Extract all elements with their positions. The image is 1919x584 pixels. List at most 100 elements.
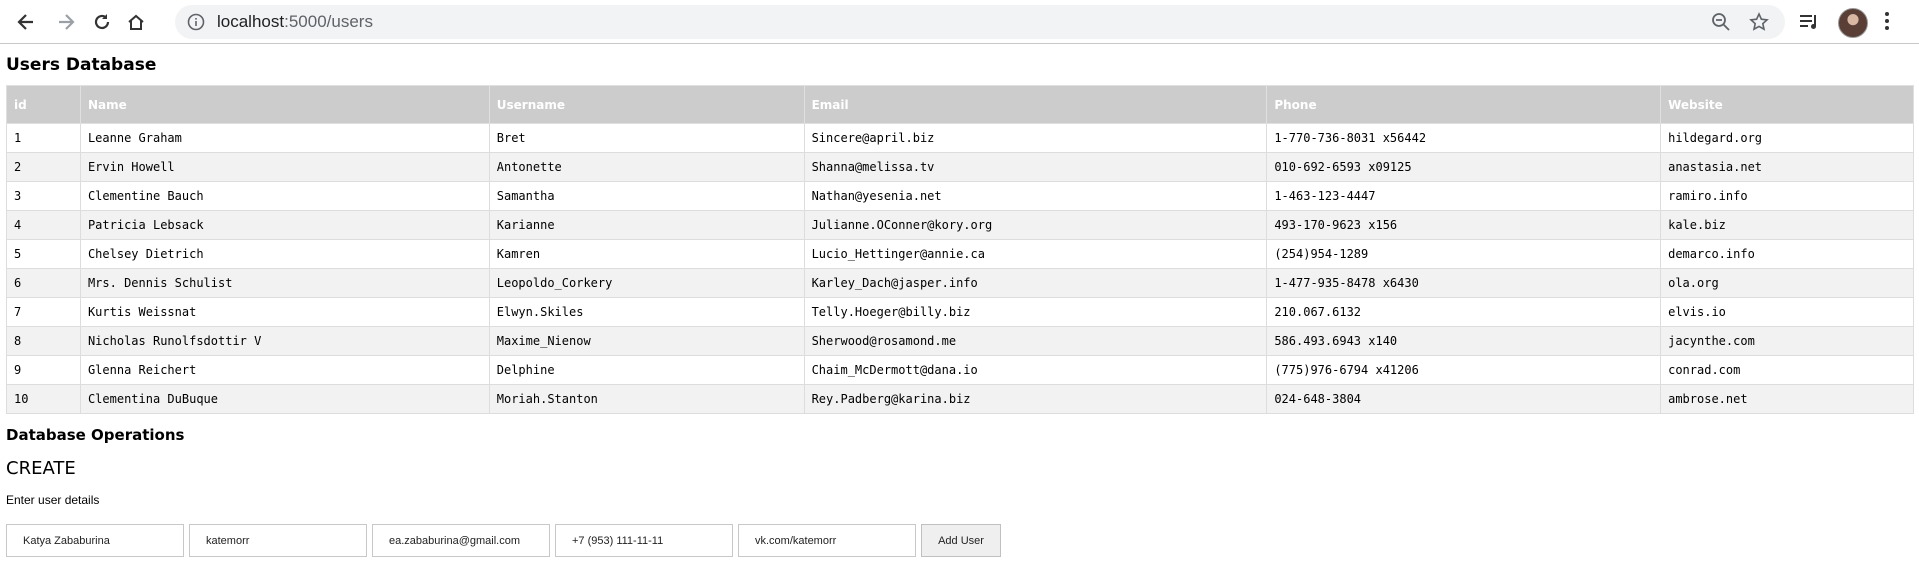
cell-name: Mrs. Dennis Schulist [79,268,490,298]
cell-id: 10 [6,384,81,414]
cell-email: Shanna@melissa.tv [803,152,1268,182]
table-row: 7 Kurtis Weissnat Elwyn.Skiles Telly.Hoe… [6,297,1914,327]
cell-name: Nicholas Runolfsdottir V [79,326,490,356]
cell-username: Samantha [488,181,805,211]
cell-website: anastasia.net [1660,152,1914,182]
cell-email: Chaim_McDermott@dana.io [803,355,1268,385]
reload-icon[interactable] [86,6,118,38]
column-header-email: Email [803,85,1268,124]
cell-website: ambrose.net [1660,384,1914,414]
media-queue-icon[interactable] [1798,12,1820,36]
cell-name: Patricia Lebsack [79,210,490,240]
cell-phone: (254)954-1289 [1266,239,1662,269]
cell-username: Karianne [488,210,805,240]
cell-website: jacynthe.com [1660,326,1914,356]
website-input[interactable] [738,524,916,557]
cell-username: Delphine [488,355,805,385]
cell-website: elvis.io [1660,297,1914,327]
username-input[interactable] [189,524,367,557]
cell-name: Ervin Howell [79,152,490,182]
operations-heading: Database Operations [6,426,185,444]
cell-website: conrad.com [1660,355,1914,385]
cell-username: Elwyn.Skiles [488,297,805,327]
page-title: Users Database [6,55,157,75]
cell-id: 5 [6,239,81,269]
cell-email: Julianne.OConner@kory.org [803,210,1268,240]
table-row: 8 Nicholas Runolfsdottir V Maxime_Nienow… [6,326,1914,356]
cell-id: 6 [6,268,81,298]
users-table: id Name Username Email Phone Website 1 L… [6,85,1914,414]
cell-name: Clementine Bauch [79,181,490,211]
cell-phone: 010-692-6593 x09125 [1266,152,1662,182]
page-content: Users Database id Name Username Email Ph… [0,54,1919,557]
cell-id: 8 [6,326,81,356]
cell-phone: 210.067.6132 [1266,297,1662,327]
home-icon[interactable] [120,6,152,38]
cell-website: demarco.info [1660,239,1914,269]
cell-phone: 1-463-123-4447 [1266,181,1662,211]
cell-id: 3 [6,181,81,211]
cell-email: Rey.Padberg@karina.biz [803,384,1268,414]
create-heading: CREATE [6,458,76,479]
info-icon[interactable] [187,13,205,35]
table-row: 3 Clementine Bauch Samantha Nathan@yesen… [6,181,1914,211]
column-header-username: Username [488,85,805,124]
name-input[interactable] [6,524,184,557]
cell-email: Karley_Dach@jasper.info [803,268,1268,298]
more-menu-icon[interactable] [1884,11,1890,35]
cell-website: ola.org [1660,268,1914,298]
column-header-name: Name [79,85,490,124]
cell-phone: 493-170-9623 x156 [1266,210,1662,240]
table-row: 4 Patricia Lebsack Karianne Julianne.OCo… [6,210,1914,240]
cell-name: Chelsey Dietrich [79,239,490,269]
bookmark-star-icon[interactable] [1749,12,1769,36]
profile-avatar[interactable] [1838,8,1868,38]
cell-email: Telly.Hoeger@billy.biz [803,297,1268,327]
cell-name: Glenna Reichert [79,355,490,385]
cell-phone: 1-477-935-8478 x6430 [1266,268,1662,298]
cell-email: Nathan@yesenia.net [803,181,1268,211]
table-row: 1 Leanne Graham Bret Sincere@april.biz 1… [6,123,1914,153]
create-hint: Enter user details [6,493,100,507]
cell-username: Bret [488,123,805,153]
forward-icon[interactable] [50,6,82,38]
cell-email: Lucio_Hettinger@annie.ca [803,239,1268,269]
column-header-phone: Phone [1266,85,1662,124]
cell-username: Antonette [488,152,805,182]
cell-phone: 1-770-736-8031 x56442 [1266,123,1662,153]
cell-website: hildegard.org [1660,123,1914,153]
table-row: 10 Clementina DuBuque Moriah.Stanton Rey… [6,384,1914,414]
zoom-out-icon[interactable] [1711,12,1731,36]
table-row: 9 Glenna Reichert Delphine Chaim_McDermo… [6,355,1914,385]
cell-id: 2 [6,152,81,182]
column-header-website: Website [1660,85,1914,124]
cell-phone: 024-648-3804 [1266,384,1662,414]
cell-id: 7 [6,297,81,327]
back-icon[interactable] [10,6,42,38]
url-host: localhost [217,12,285,31]
cell-email: Sherwood@rosamond.me [803,326,1268,356]
table-row: 5 Chelsey Dietrich Kamren Lucio_Hettinge… [6,239,1914,269]
cell-id: 9 [6,355,81,385]
cell-phone: 586.493.6943 x140 [1266,326,1662,356]
email-input[interactable] [372,524,550,557]
url-text: localhost:5000/users [217,12,373,32]
cell-name: Leanne Graham [79,123,490,153]
cell-username: Moriah.Stanton [488,384,805,414]
table-row: 6 Mrs. Dennis Schulist Leopoldo_Corkery … [6,268,1914,298]
cell-phone: (775)976-6794 x41206 [1266,355,1662,385]
create-user-form: Add User [6,524,1913,557]
column-header-id: id [6,85,81,124]
table-header-row: id Name Username Email Phone Website [6,85,1914,124]
table-row: 2 Ervin Howell Antonette Shanna@melissa.… [6,152,1914,182]
add-user-button[interactable]: Add User [921,524,1001,557]
cell-username: Kamren [488,239,805,269]
cell-name: Kurtis Weissnat [79,297,490,327]
cell-email: Sincere@april.biz [803,123,1268,153]
cell-username: Maxime_Nienow [488,326,805,356]
phone-input[interactable] [555,524,733,557]
cell-username: Leopoldo_Corkery [488,268,805,298]
browser-toolbar: localhost:5000/users [0,0,1919,44]
cell-name: Clementina DuBuque [79,384,490,414]
address-bar[interactable]: localhost:5000/users [175,5,1785,39]
